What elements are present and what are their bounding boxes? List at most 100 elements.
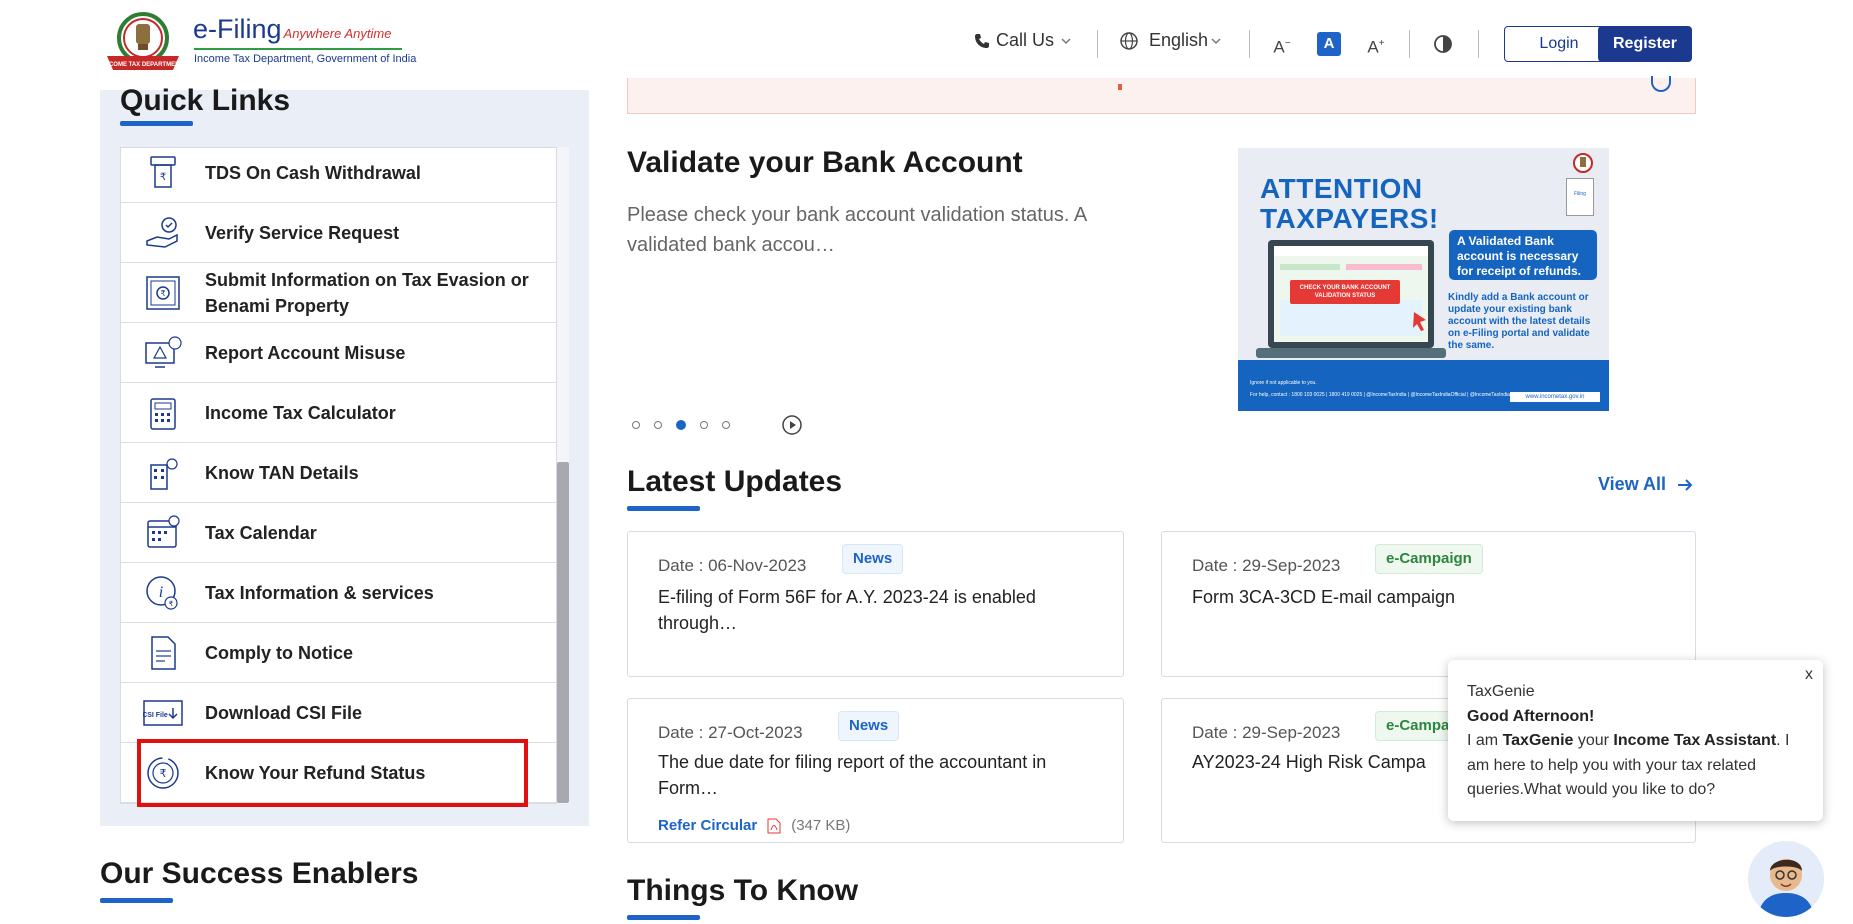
quick-link-report-account-misuse[interactable]: Report Account Misuse [121,323,556,383]
svg-text:INCOME TAX DEPARTMENT: INCOME TAX DEPARTMENT [103,62,183,68]
quick-link-tax-calendar[interactable]: Tax Calendar [121,503,556,563]
alert-marker [1118,84,1122,90]
update-card[interactable]: Date : 06-Nov-2023 News E-filing of Form… [627,531,1124,677]
update-date: Date : 27-Oct-2023 [658,723,803,742]
quick-link-label: Report Account Misuse [205,343,406,363]
view-all-link[interactable]: View All [1598,474,1694,495]
svg-text:₹: ₹ [160,289,165,298]
news-badge: News [838,711,900,741]
carousel-dot[interactable] [632,421,640,429]
scrollbar-thumb[interactable] [557,462,569,803]
alert-banner [627,78,1696,114]
register-button[interactable]: Register [1598,26,1692,62]
quick-link-income-tax-calculator[interactable]: Income Tax Calculator [121,383,556,443]
highlight-box [137,739,528,807]
banner-check-button: CHECK YOUR BANK ACCOUNT VALIDATION STATU… [1290,280,1400,304]
globe-icon [1120,31,1138,50]
font-decrease-button[interactable]: A− [1270,32,1294,57]
font-increase-button[interactable]: A+ [1364,32,1388,57]
carousel-dot-active[interactable] [676,420,686,430]
carousel-dot[interactable] [654,421,662,429]
alert-monitor-icon [145,336,182,368]
language-dropdown[interactable]: English [1119,30,1222,51]
quick-link-label: TDS On Cash Withdrawal [205,163,421,183]
font-normal-button[interactable]: A [1317,32,1341,56]
assistant-avatar-icon [1748,841,1824,917]
update-text[interactable]: E-filing of Form 56F for A.Y. 2023-24 is… [658,584,1088,636]
refer-circular-link[interactable]: Refer Circular (347 KB) [658,817,850,834]
taxgenie-message: TaxGenie Good Afternoon! I am TaxGenie y… [1467,680,1807,803]
quick-link-label: Verify Service Request [205,223,400,243]
efiling-logo[interactable]: INCOME TAX DEPARTMENT e-Filing Anywhere A… [103,12,416,74]
banner-footnote: Ignore if not applicable to you. [1250,380,1317,386]
quick-link-tds-cash-withdrawal[interactable]: ₹ TDS On Cash Withdrawal [121,148,556,203]
update-text[interactable]: Form 3CA-3CD E-mail campaign [1192,584,1622,610]
update-date: Date : 29-Sep-2023 [1192,723,1341,742]
emblem-icon [1573,153,1593,173]
calendar-icon [147,515,180,548]
taxgenie-avatar[interactable] [1748,841,1824,917]
carousel-dot[interactable] [722,421,730,429]
quick-link-comply-to-notice[interactable]: Comply to Notice [121,623,556,683]
svg-text:₹: ₹ [160,172,166,183]
taxgenie-intro: I am TaxGenie your Income Tax Assistant.… [1467,732,1790,798]
pdf-icon [767,818,781,833]
site-header: INCOME TAX DEPARTMENT e-Filing Anywhere A… [0,0,1853,90]
svg-text:₹: ₹ [169,600,174,608]
promo-banner-image[interactable]: ATTENTION TAXPAYERS! Filing CHECK YOUR BA… [1238,148,1609,411]
quick-link-label: Income Tax Calculator [205,403,396,423]
update-date: Date : 29-Sep-2023 [1192,556,1341,575]
brand-divider [194,48,402,50]
update-card[interactable]: Date : 27-Oct-2023 News The due date for… [627,698,1124,843]
banner-body-text: Kindly add a Bank account or update your… [1448,292,1591,351]
quick-link-label: Submit Information on Tax Evasion or Ben… [205,270,529,316]
csi-file-icon: CSI File [143,700,183,726]
quick-link-download-csi-file[interactable]: CSI File Download CSI File [121,683,556,743]
title-underline [627,915,700,920]
promo-title[interactable]: Validate your Bank Account [627,146,1023,180]
header-divider [1478,30,1479,58]
header-divider [1249,30,1250,58]
banner-headline: ATTENTION TAXPAYERS! [1260,173,1439,234]
call-us-dropdown[interactable]: Call Us [974,30,1072,51]
update-card[interactable]: Date : 29-Sep-2023 e-Campaign Form 3CA-3… [1161,531,1696,677]
atm-icon: ₹ [150,156,176,188]
title-underline [100,898,173,903]
update-text[interactable]: The due date for filing report of the ac… [658,749,1088,801]
quick-link-tax-information[interactable]: i ₹ Tax Information & services [121,563,556,623]
carousel-dots [632,416,730,434]
contrast-icon[interactable] [1432,33,1454,55]
brand-subtitle: Income Tax Department, Government of Ind… [194,53,417,65]
quick-link-know-tan-details[interactable]: Know TAN Details [121,443,556,503]
header-divider [1097,30,1098,58]
title-underline [120,121,193,126]
info-icon: i₹ [146,576,178,610]
play-icon[interactable] [781,414,803,436]
quick-link-tax-evasion[interactable]: ₹ Submit Information on Tax Evasion or B… [121,263,556,323]
safe-icon: ₹ [146,276,180,310]
chevron-down-icon [1061,37,1071,44]
brand-title: e-Filing Anywhere Anytime [193,14,392,44]
laptop-illustration [1256,240,1446,358]
header-divider [1409,30,1410,58]
emblem-icon: INCOME TAX DEPARTMENT [103,12,183,70]
quick-link-verify-service-request[interactable]: Verify Service Request [121,203,556,263]
quick-link-label: Download CSI File [205,703,363,723]
taxgenie-popup: x TaxGenie Good Afternoon! I am TaxGenie… [1448,660,1823,821]
phone-icon [975,33,989,48]
campaign-badge: e-Campaign [1375,544,1483,574]
taxgenie-greeting: Good Afternoon! [1467,707,1595,725]
title-underline [627,506,700,511]
banner-info-box: A Validated Bank account is necessary fo… [1449,230,1597,280]
things-to-know-title: Things To Know [627,874,859,907]
verify-hand-icon [146,217,178,248]
chevron-down-icon [1211,37,1221,44]
language-label: English [1149,30,1209,50]
calculator-icon [150,398,176,430]
quick-links-list: ₹ TDS On Cash Withdrawal Verify Service … [120,147,557,804]
update-date: Date : 06-Nov-2023 [658,556,807,575]
file-size: (347 KB) [791,817,851,834]
building-icon [150,458,178,490]
carousel-dot[interactable] [700,421,708,429]
call-us-label: Call Us [996,30,1055,50]
